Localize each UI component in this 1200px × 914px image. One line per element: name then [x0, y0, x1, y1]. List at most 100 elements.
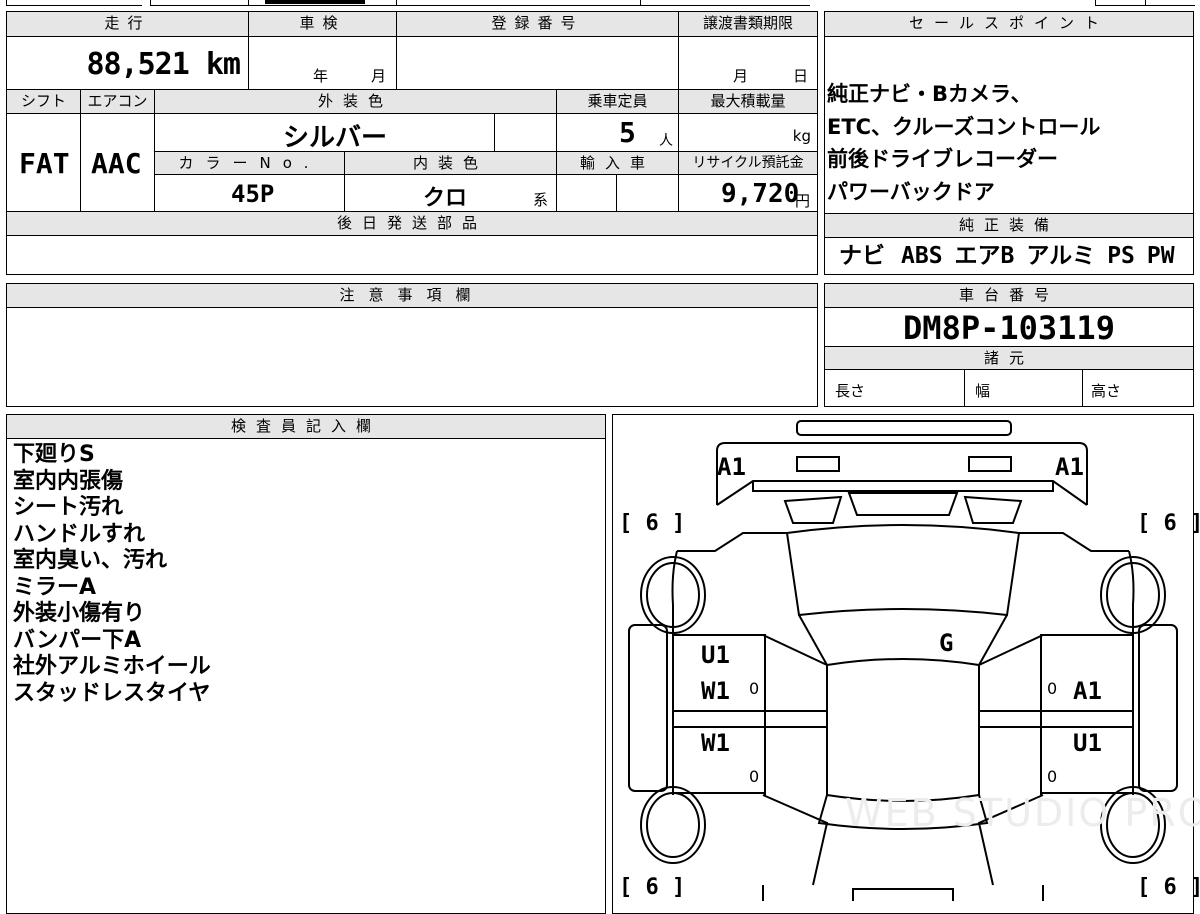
recycle-label: リサイクル預託金: [679, 152, 817, 175]
chassis-box: 車台番号 DM8P-103119 諸元 長さ 幅 高さ: [824, 283, 1194, 407]
max-load-cell: kg: [679, 114, 817, 152]
exterior-color-cell: シルバー: [155, 114, 495, 153]
equipment-item: ナビ: [839, 243, 885, 269]
tire-fr: [ 6 ]: [1137, 511, 1200, 536]
shift-value: FAT: [19, 147, 70, 180]
sales-points-box: セールスポイント 純正ナビ・Bカメラ、 ETC、クルーズコントロール 前後ドライ…: [824, 11, 1194, 275]
sales-point-line: 前後ドライブレコーダー: [827, 147, 1058, 171]
sales-points-list: 純正ナビ・Bカメラ、 ETC、クルーズコントロール 前後ドライブレコーダー パワ…: [827, 78, 1100, 208]
inspector-note: 外装小傷有り: [13, 601, 146, 626]
sales-points-header: セールスポイント: [825, 12, 1193, 37]
sales-point-line: 純正ナビ・Bカメラ、: [827, 82, 1032, 106]
inspector-note: バンパー下A: [13, 627, 142, 653]
right-front-door-grade: A1: [1073, 677, 1102, 705]
transfer-day-unit: 日: [793, 67, 809, 85]
mileage-cell: 88,521 km: [7, 37, 249, 90]
zero-mark-a: 0: [749, 679, 760, 698]
equipment-item: エアB: [954, 243, 1015, 269]
equipment-item: PW: [1146, 243, 1175, 269]
sales-point-line: ETC、クルーズコントロール: [827, 114, 1101, 139]
recycle-unit: 円: [795, 192, 811, 210]
inspector-note: 社外アルミホイール: [13, 654, 211, 679]
max-load-unit: kg: [792, 127, 811, 145]
inspector-note: ミラーA: [13, 574, 97, 600]
inspector-note: 室内内張傷: [13, 468, 124, 494]
recycle-value: 9,720: [721, 179, 800, 209]
chassis-header: 車台番号: [825, 284, 1193, 308]
left-front-door-grade-1: U1: [701, 641, 730, 669]
interior-color-label: 内装色: [345, 152, 557, 175]
spec-header: 諸元: [825, 346, 1193, 370]
inspector-box: 検査員記入欄 下廻りS 室内内張傷 シート汚れ ハンドルすれ 室内臭い、汚れ ミ…: [6, 414, 606, 914]
capacity-cell: 5 人: [557, 114, 679, 152]
caution-box: 注意事項欄: [6, 283, 818, 407]
shift-cell: FAT: [7, 114, 81, 212]
top-strip: [0, 0, 1200, 6]
color-no-label: カラーNo.: [155, 152, 345, 175]
interior-color-suffix: 系: [533, 191, 549, 209]
equipment-item: アルミ: [1026, 243, 1096, 269]
later-parts-cell: [7, 236, 817, 274]
capacity-label: 乗車定員: [557, 90, 679, 114]
ac-cell: AAC: [81, 114, 155, 212]
zero-mark-c: 0: [749, 767, 760, 786]
equipment-item: PS: [1107, 243, 1135, 269]
max-load-label: 最大積載量: [679, 90, 817, 114]
exterior-color-value: シルバー: [283, 123, 388, 153]
genuine-equipment-header: 純正装備: [825, 214, 1193, 238]
interior-color-cell: クロ 系: [345, 175, 557, 212]
inspector-note: シート汚れ: [13, 495, 124, 520]
inspector-header: 検査員記入欄: [7, 415, 605, 439]
import-label: 輸入車: [557, 152, 679, 175]
capacity-unit: 人: [659, 133, 673, 149]
inspection-cell: 年 月: [249, 37, 397, 90]
ac-value: AAC: [91, 147, 142, 180]
exterior-color-extra-cell: [495, 114, 557, 152]
color-no-value: 45P: [231, 180, 275, 208]
height-cell: 高さ: [1083, 370, 1193, 406]
mileage-value: 88,521 km: [86, 47, 241, 82]
height-label: 高さ: [1091, 382, 1122, 400]
front-left-grade: A1: [717, 453, 746, 481]
color-no-cell: 45P: [155, 175, 345, 212]
equipment-item: ABS: [901, 243, 943, 269]
car-diagram-box: WEB STUDIO PRO A1 A1 [ 6 ] [ 6 ] G U1 W1…: [612, 414, 1200, 914]
watermark: WEB STUDIO PRO: [845, 791, 1200, 835]
vehicle-info-table: 走行 車検 登録番号 譲渡書類期限 88,521 km 年 月 月 日 シフト …: [6, 11, 818, 275]
shift-label: シフト: [7, 90, 81, 114]
inspector-note: 室内臭い、汚れ: [13, 548, 168, 573]
length-cell: 長さ: [825, 370, 965, 406]
inspection-label: 車検: [249, 12, 397, 37]
inspector-note: 下廻りS: [13, 442, 95, 467]
interior-color-value: クロ: [423, 186, 468, 211]
import-cell-b: [617, 175, 679, 212]
inspection-year-unit: 年: [313, 67, 329, 85]
width-label: 幅: [975, 382, 991, 400]
sales-point-line: パワーバックドア: [827, 179, 995, 204]
right-rear-door-grade: U1: [1073, 729, 1102, 757]
later-parts-label: 後日発送部品: [7, 212, 817, 236]
zero-mark-b: 0: [1047, 679, 1058, 698]
transfer-month-unit: 月: [733, 67, 749, 85]
tire-rr: [ 6 ]: [1137, 875, 1200, 900]
inspector-notes: 下廻りS 室内内張傷 シート汚れ ハンドルすれ 室内臭い、汚れ ミラーA 外装小…: [13, 442, 211, 707]
front-right-grade: A1: [1055, 453, 1084, 481]
registration-cell: [397, 37, 679, 90]
caution-header: 注意事項欄: [7, 284, 817, 308]
inspection-month-unit: 月: [371, 67, 387, 85]
zero-mark-d: 0: [1047, 767, 1058, 786]
import-cell-a: [557, 175, 617, 212]
exterior-color-label: 外装色: [155, 90, 557, 114]
tire-fl: [ 6 ]: [619, 511, 686, 536]
ac-label: エアコン: [81, 90, 155, 114]
capacity-value: 5: [619, 116, 636, 149]
inspector-note: スタッドレスタイヤ: [13, 680, 211, 706]
transfer-deadline-label: 譲渡書類期限: [679, 12, 817, 37]
width-cell: 幅: [965, 370, 1083, 406]
chassis-number: DM8P-103119: [903, 309, 1115, 347]
roof-grade: G: [939, 629, 954, 657]
mileage-label: 走行: [7, 12, 249, 37]
registration-label: 登録番号: [397, 12, 679, 37]
transfer-deadline-cell: 月 日: [679, 37, 817, 90]
left-front-door-grade-2: W1: [701, 677, 730, 705]
